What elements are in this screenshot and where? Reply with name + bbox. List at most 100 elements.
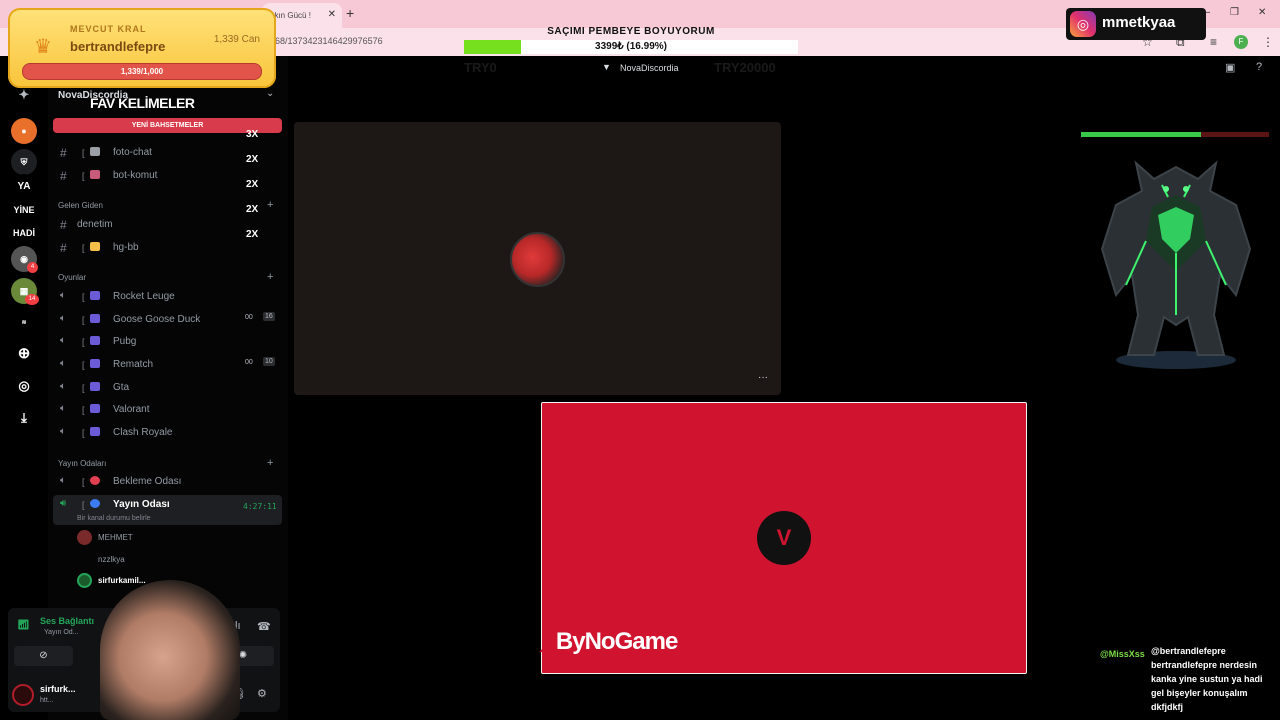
bracket-icon: [ — [82, 292, 85, 302]
profile-avatar[interactable]: F — [1234, 35, 1248, 49]
instagram-icon: ◎ — [1070, 11, 1096, 37]
channel-label: foto-chat — [113, 147, 152, 158]
server-14-badge: 14 — [25, 294, 39, 305]
channel-clash-royale[interactable]: 🔈︎ [ Clash Royale — [58, 424, 284, 444]
voice-connected-label[interactable]: Ses Bağlantı — [40, 616, 94, 626]
wave-icon — [90, 242, 100, 251]
channel-status[interactable]: Bir kanal durumu belirle — [77, 515, 151, 522]
browser-menu-icon[interactable]: ⋮ — [1262, 35, 1274, 49]
king-hp-bar: 1,339/1,000 — [22, 63, 262, 80]
close-window-icon[interactable]: ✕ — [1258, 7, 1266, 18]
channel-bekleme-odasi[interactable]: 🔈︎ [ Bekleme Odası — [58, 473, 284, 493]
maximize-icon[interactable]: ❐ — [1230, 7, 1239, 18]
channel-rocket-leuge[interactable]: 🔈︎ [ Rocket Leuge — [58, 288, 284, 308]
new-tab-icon[interactable]: + — [346, 5, 354, 21]
multiplier-label: 2X — [246, 154, 259, 165]
category-incoming[interactable]: Gelen Giden — [58, 201, 103, 210]
avatar — [77, 573, 92, 588]
server-shield-icon[interactable]: ⛨ — [11, 149, 37, 175]
participant-avatar — [510, 232, 565, 287]
channel-valorant[interactable]: 🔈︎ [ Valorant — [58, 401, 284, 421]
settings-gear-icon[interactable]: ⚙ — [257, 687, 267, 700]
server-4-badge: 4 — [27, 262, 38, 273]
channel-label: denetim — [77, 219, 113, 230]
server-orange-icon[interactable]: ● — [11, 118, 37, 144]
add-channel-icon[interactable]: + — [267, 199, 273, 211]
donation-goal-title: SAÇIMI PEMBEYE BOYUYORUM — [547, 26, 715, 37]
camera-icon — [90, 147, 100, 156]
camera-off-button[interactable]: ⊘ — [14, 646, 73, 666]
sponsor-name: ByNoGame — [555, 628, 678, 655]
category-stream[interactable]: Yayın Odaları — [58, 459, 106, 468]
reading-list-icon[interactable]: ≡ — [1210, 35, 1217, 49]
disconnect-icon[interactable]: ☎ — [257, 620, 271, 633]
channel-hg-bb[interactable]: # [ hg-bb — [58, 239, 284, 259]
voice-room-label[interactable]: Yayın Od... — [44, 629, 79, 636]
speaker-icon: 🔈︎ — [60, 335, 66, 346]
inbox-icon[interactable]: ▣ — [1225, 61, 1235, 74]
user-sub: htt... — [40, 697, 54, 704]
bracket-icon: [ — [82, 360, 85, 370]
gamepad-icon — [90, 291, 100, 300]
server-logo-icon: ▼ — [602, 62, 611, 72]
hash-icon: # — [60, 146, 67, 160]
voice-user-name: MEHMET — [98, 533, 133, 542]
channel-goose-goose-duck[interactable]: 🔈︎ [ Goose Goose Duck 00 16 — [58, 311, 284, 331]
speaker-icon: 🔈︎ — [60, 358, 66, 369]
red-circle-icon — [90, 476, 100, 485]
current-king-overlay: ♛ MEVCUT KRAL bertrandlefepre 1,339 Can … — [8, 8, 276, 88]
boss-health-fill — [1081, 132, 1202, 137]
help-icon[interactable]: ? — [1256, 61, 1262, 73]
channel-rematch[interactable]: 🔈︎ [ Rematch 00 10 — [58, 356, 284, 376]
add-server-icon[interactable]: ⊕ — [11, 341, 37, 367]
close-tab-icon[interactable]: ✕ — [328, 9, 336, 20]
voice-user-name: nzzlkya — [98, 555, 125, 564]
server-hadi-icon[interactable]: HADİ — [11, 220, 37, 246]
king-hp-label: 1,339 Can — [213, 34, 260, 45]
bracket-icon: [ — [82, 148, 85, 158]
bracket-icon: [ — [82, 477, 85, 487]
king-hp-text: 1,339/1,000 — [120, 67, 164, 76]
bracket-icon: [ — [82, 337, 85, 347]
more-options-icon[interactable]: ··· — [758, 372, 768, 383]
signal-icon: 📶︎ — [17, 620, 30, 631]
logo-mark-icon: V — [776, 525, 792, 550]
category-games[interactable]: Oyunlar — [58, 273, 86, 282]
server-text-icon[interactable]: ≋ — [11, 310, 37, 336]
hash-icon: # — [60, 218, 67, 232]
bracket-icon: [ — [82, 428, 85, 438]
channel-gta[interactable]: 🔈︎ [ Gta — [58, 379, 284, 399]
gamepad-icon — [90, 336, 100, 345]
donation-goal-bar: 3399₺ (16.99%) — [464, 40, 798, 54]
streamer-webcam — [100, 580, 240, 720]
sponsor-mark-icon: ◢ — [540, 629, 557, 654]
explore-icon[interactable]: ◎ — [11, 373, 37, 399]
add-channel-icon[interactable]: + — [267, 457, 273, 469]
stream-screen: ğkın Gücü ! ✕ + — ❐ ✕ 568/13734231464299… — [0, 0, 1280, 720]
channel-pubg[interactable]: 🔈︎ [ Pubg — [58, 333, 284, 353]
user-name[interactable]: sirfurk... — [40, 684, 76, 694]
bracket-icon: [ — [82, 383, 85, 393]
boss-monster-image — [1100, 160, 1252, 369]
speaker-icon: 🔈︎ — [60, 313, 66, 324]
user-limit: 10 — [263, 357, 275, 366]
king-name: bertrandlefepre — [70, 39, 166, 54]
url-text[interactable]: 568/1373423146429976576 — [270, 36, 383, 46]
speaker-active-icon: 🔊︎ — [60, 498, 67, 509]
voice-user-name: sirfurkamil... — [98, 576, 146, 585]
channel-label: hg-bb — [113, 242, 139, 253]
download-icon[interactable]: ⤓ — [11, 405, 37, 431]
chat-username: @MissXss — [1100, 649, 1145, 659]
robot-icon — [90, 170, 100, 179]
add-channel-icon[interactable]: + — [267, 271, 273, 283]
chevron-down-icon[interactable]: ⌄ — [266, 88, 274, 99]
channel-label: Yayın Odası — [113, 499, 170, 510]
channel-label: Pubg — [113, 336, 137, 347]
channel-label: Valorant — [113, 404, 150, 415]
hash-icon: # — [60, 241, 67, 255]
multiplier-label: 2X — [246, 179, 259, 190]
tab-title: ğkın Gücü ! — [270, 11, 311, 20]
user-avatar[interactable] — [12, 684, 34, 706]
chat-text: @bertrandlefepre bertrandlefepre nerdesi… — [1151, 646, 1263, 712]
channel-label: Rocket Leuge — [113, 291, 175, 302]
